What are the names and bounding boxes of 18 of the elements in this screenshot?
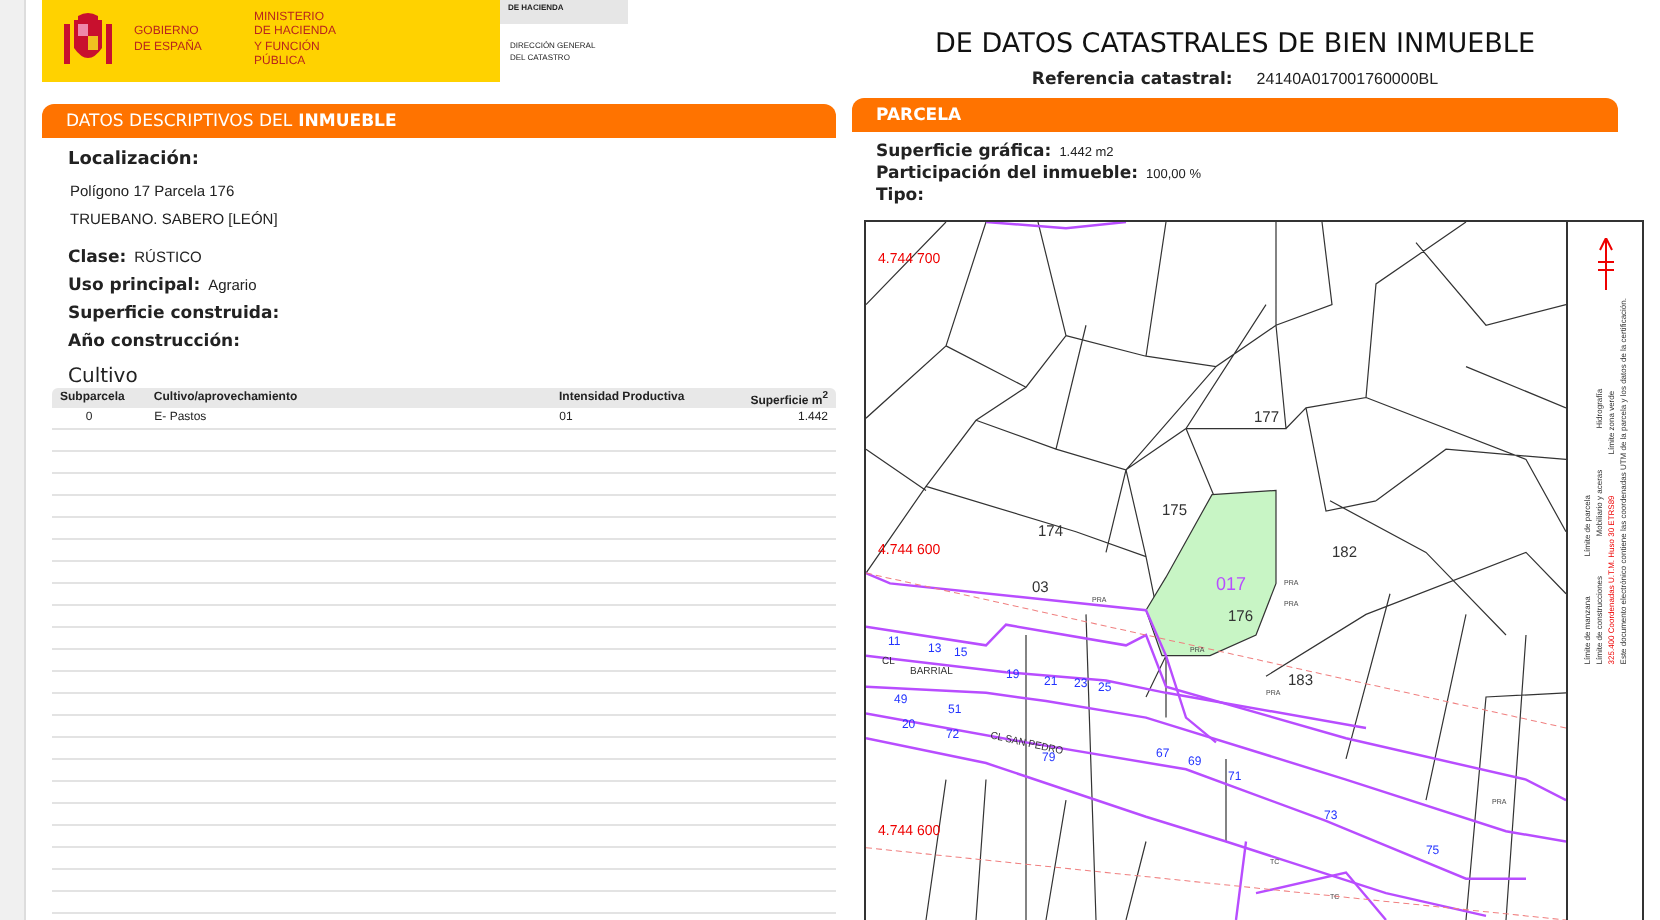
- coordinate-label: 4.744 700: [878, 251, 941, 268]
- section-header: DATOS DESCRIPTIVOS DEL INMUEBLE: [42, 104, 836, 138]
- field-label: Localización:: [68, 150, 201, 170]
- section-title: Cultivo: [68, 366, 140, 388]
- field-label: Superficie construida:: [68, 304, 280, 324]
- field-label: Participación del inmueble:: [876, 164, 1139, 184]
- coordinate-label: 4.744 600: [878, 823, 941, 840]
- field-label: Tipo:: [876, 186, 925, 206]
- reference-label: Referencia catastral:: [1031, 70, 1233, 90]
- field-label: Clase:: [68, 248, 127, 268]
- north-arrow-icon: [1597, 238, 1613, 290]
- polygon-number: 017: [1216, 573, 1246, 594]
- field-label: Uso principal:: [68, 276, 201, 296]
- document-title: DE DATOS CATASTRALES DE BIEN INMUEBLE: [935, 28, 1535, 60]
- section-header: PARCELA: [852, 98, 1618, 132]
- field-label: Superficie gráfica:: [876, 142, 1052, 162]
- reference-value: 24140A017001760000BL: [1256, 70, 1439, 88]
- field-label: Año construcción:: [68, 332, 241, 352]
